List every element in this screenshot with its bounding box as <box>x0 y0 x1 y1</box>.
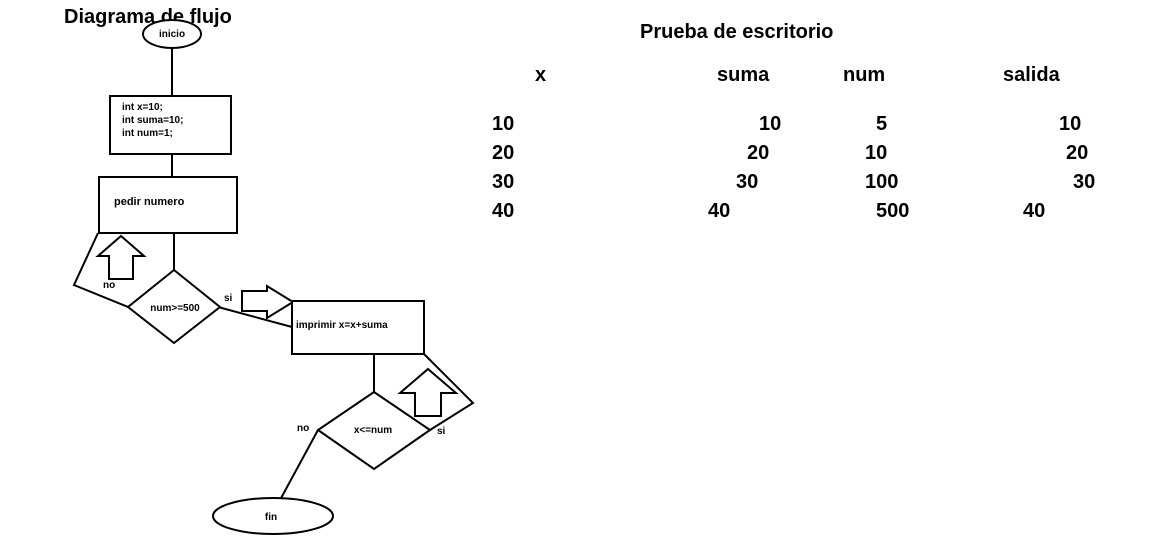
cell-num-row3: 100 <box>865 171 899 193</box>
cell-x-row4: 40 <box>492 200 515 222</box>
end-label: fin <box>265 512 277 523</box>
cell-suma-row4: 40 <box>708 200 731 222</box>
init-line-3: int num=1; <box>122 128 173 139</box>
cell-suma-row1: 10 <box>759 113 782 135</box>
trace-table-title: Prueba de escritorio <box>640 21 834 43</box>
cell-salida-row4: 40 <box>1023 200 1046 222</box>
cell-suma-row2: 20 <box>747 142 770 164</box>
cell-x-row3: 30 <box>492 171 515 193</box>
cell-num-row2: 10 <box>865 142 888 164</box>
up-arrow-icon <box>95 234 147 280</box>
cell-x-row1: 10 <box>492 113 515 135</box>
decision2-yes-label: si <box>437 426 446 437</box>
header-num: num <box>843 64 886 86</box>
decision1-label: num>=500 <box>150 303 200 314</box>
cell-num-row4: 500 <box>876 200 910 222</box>
input-label: pedir numero <box>114 196 185 208</box>
start-label: inicio <box>159 29 185 40</box>
right-arrow-icon <box>241 284 295 320</box>
connector-decision2-end <box>279 429 319 501</box>
flowchart: Diagrama de flujo inicio int x=10; int s… <box>64 6 475 535</box>
up-arrow-icon-2 <box>397 367 459 417</box>
header-salida: salida <box>1003 64 1060 86</box>
header-suma: suma <box>717 64 770 86</box>
init-line-1: int x=10; <box>122 102 163 113</box>
decision2-label: x<=num <box>354 425 392 436</box>
diagram-title: Diagrama de flujo <box>64 6 232 28</box>
cell-num-row1: 5 <box>876 113 888 135</box>
cell-salida-row1: 10 <box>1059 113 1082 135</box>
decision1-yes-label: si <box>224 293 233 304</box>
cell-salida-row2: 20 <box>1066 142 1089 164</box>
decision1-no-label: no <box>103 280 115 291</box>
cell-suma-row3: 30 <box>736 171 759 193</box>
header-x: x <box>535 64 547 86</box>
cell-x-row2: 20 <box>492 142 515 164</box>
decision2-no-label: no <box>297 423 309 434</box>
cell-salida-row3: 30 <box>1073 171 1096 193</box>
init-line-2: int suma=10; <box>122 115 183 126</box>
output-label: imprimir x=x+suma <box>296 320 388 331</box>
